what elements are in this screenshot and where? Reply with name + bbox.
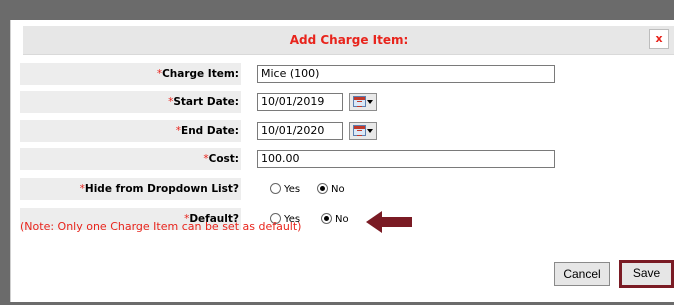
save-button[interactable]: Save	[619, 260, 674, 288]
charge-item-row: *Charge Item: Mice (100)	[20, 63, 560, 85]
start-date-calendar-button[interactable]	[349, 93, 377, 111]
cost-row: *Cost: 100.00	[20, 148, 560, 170]
calendar-icon	[353, 96, 366, 107]
start-date-input[interactable]: 10/01/2019	[257, 93, 343, 111]
hide-yes-label: Yes	[284, 184, 301, 195]
cost-input[interactable]: 100.00	[257, 150, 555, 168]
calendar-icon	[353, 125, 366, 136]
hide-from-dropdown-label: *Hide from Dropdown List?	[20, 178, 241, 200]
end-date-label: *End Date:	[20, 120, 241, 142]
hide-from-dropdown-row: *Hide from Dropdown List? Yes No	[20, 178, 560, 200]
cancel-button[interactable]: Cancel	[554, 262, 610, 286]
end-date-input[interactable]: 10/01/2020	[257, 122, 343, 140]
end-date-calendar-button[interactable]	[349, 122, 377, 140]
dialog-title: Add Charge Item:	[289, 33, 409, 47]
default-note: (Note: Only one Charge Item can be set a…	[20, 220, 302, 233]
dialog-titlebar: Add Charge Item: x	[23, 26, 674, 55]
close-button[interactable]: x	[649, 29, 669, 49]
chevron-down-icon	[367, 100, 373, 104]
left-arrow-icon	[366, 211, 412, 233]
charge-item-label: *Charge Item:	[20, 63, 241, 85]
hide-no-radio[interactable]	[317, 183, 328, 194]
end-date-row: *End Date: 10/01/2020	[20, 120, 560, 142]
chevron-down-icon	[367, 129, 373, 133]
hide-no-label: No	[331, 184, 345, 195]
default-no-label: No	[335, 214, 349, 225]
start-date-row: *Start Date: 10/01/2019	[20, 91, 560, 113]
cost-label: *Cost:	[20, 148, 241, 170]
start-date-label: *Start Date:	[20, 91, 241, 113]
charge-item-input[interactable]: Mice (100)	[257, 65, 555, 83]
hide-yes-radio[interactable]	[270, 183, 281, 194]
default-no-radio[interactable]	[321, 213, 332, 224]
